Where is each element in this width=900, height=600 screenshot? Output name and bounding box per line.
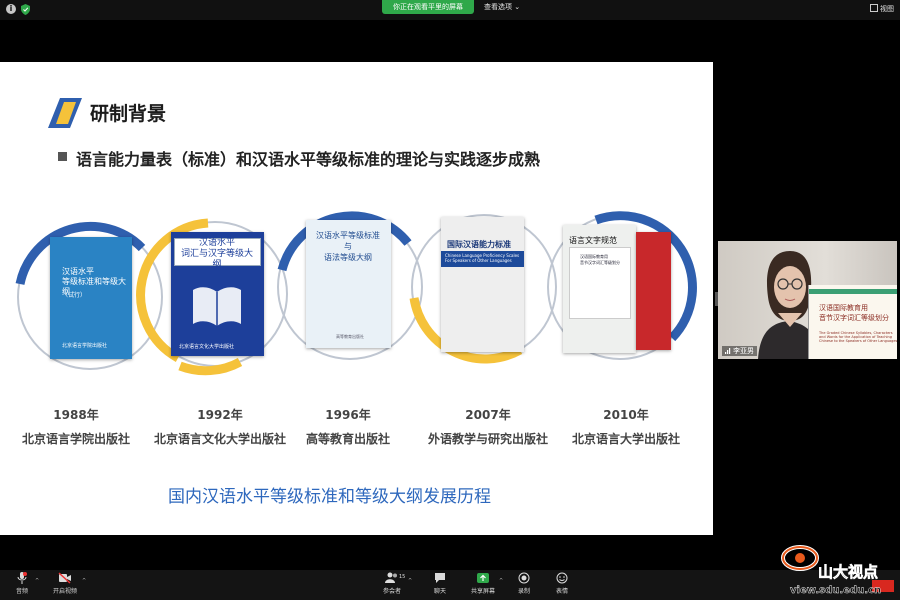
timeline-year-2: 1992年 (197, 408, 243, 422)
watermark-brand: 山大视点 (818, 563, 879, 582)
book-2010-title: 汉语国际教育用 音节汉字词汇等级划分 (580, 254, 620, 265)
shared-slide: 研制背景 语言能力量表（标准）和汉语水平等级标准的理论与实践逐步成熟 汉语水平 … (0, 62, 713, 535)
book-cover-1996: 汉语水平等级标准 与 语法等级大纲 高等教育出版社 (306, 220, 391, 348)
start-video-button[interactable]: 开启视频 (52, 572, 78, 595)
view-options-label: 查看选项 (484, 3, 512, 11)
view-button[interactable]: 视图 (870, 4, 894, 14)
shield-icon[interactable] (21, 4, 30, 15)
book-cover-2007: 国际汉语能力标准 Chinese Language Proficiency Sc… (441, 217, 524, 352)
book-cover-2010-red (636, 232, 671, 350)
chat-button[interactable]: 聊天 (430, 572, 450, 595)
signal-icon (725, 348, 731, 354)
participants-label: 参会者 (382, 588, 401, 595)
chat-icon (435, 573, 445, 583)
record-button[interactable]: 录制 (514, 572, 534, 595)
record-icon (518, 572, 530, 584)
chevron-down-icon: ⌄ (514, 3, 521, 11)
book-2007-english-title: Chinese Language Proficiency Scales For … (445, 253, 520, 263)
participant-name: 李亚男 (733, 347, 754, 355)
chat-label: 聊天 (433, 588, 446, 595)
start-video-label: 开启视频 (52, 588, 77, 595)
held-book-cover: 汉语国际教育用 音节汉字词汇等级划分 The Graded Chinese Sy… (808, 285, 897, 359)
book-1988-subtitle: （试行） (62, 292, 87, 299)
info-icon[interactable]: i (6, 4, 16, 14)
book-1996-publisher: 高等教育出版社 (336, 334, 364, 339)
book-1988-publisher: 北京语言学院出版社 (62, 343, 108, 349)
held-book-band (809, 289, 897, 294)
timeline-year-3: 1996年 (325, 408, 371, 422)
audio-button[interactable]: 音频 (12, 572, 32, 595)
audio-options-chevron-icon[interactable]: ^ (35, 578, 39, 584)
smiley-icon (556, 572, 568, 584)
book-1992-title: 汉语水平 词汇与汉字等级大纲 (180, 238, 253, 270)
arc-2b (178, 357, 243, 376)
view-button-label: 视图 (880, 5, 894, 13)
open-book-icon (193, 287, 241, 326)
video-camera-off-icon (58, 572, 71, 584)
held-book-english-title: The Graded Chinese Syllables, Characters… (819, 331, 897, 343)
slide-caption: 国内汉语水平等级标准和等级大纲发展历程 (168, 487, 491, 507)
meeting-top-bar: i 你正在观看平里的屏幕 查看选项 ⌄ 视图 (0, 0, 900, 20)
timeline-year-5: 2010年 (603, 408, 649, 422)
view-options-menu[interactable]: 查看选项 ⌄ (484, 2, 520, 12)
book-cover-1988: 汉语水平 等级标准和等级大纲 （试行） 北京语言学院出版社 (50, 237, 132, 359)
participants-count: 15 (399, 574, 406, 580)
share-options-chevron-icon[interactable]: ^ (499, 578, 503, 584)
timeline-publisher-5: 北京语言大学出版社 (571, 432, 680, 446)
book-cover-2010: 语言文字规范 汉语国际教育用 音节汉字词汇等级划分 (563, 225, 636, 353)
timeline-year-1: 1988年 (53, 408, 99, 422)
book-2010-inner-cover: 汉语国际教育用 音节汉字词汇等级划分 (569, 247, 631, 319)
book-1996-title: 汉语水平等级标准 与 语法等级大纲 (316, 231, 380, 262)
video-options-chevron-icon[interactable]: ^ (82, 578, 86, 584)
reactions-button[interactable]: 表情 (552, 572, 572, 595)
book-2007-band: Chinese Language Proficiency Scales For … (441, 251, 524, 267)
record-label: 录制 (517, 588, 530, 595)
share-screen-label: 共享屏幕 (470, 588, 495, 595)
reactions-label: 表情 (555, 588, 568, 595)
meeting-toolbar: 音频 ^ 开启视频 ^ 参会者 15 ^ 聊天 共享屏幕 ^ 录制 表情 (0, 570, 900, 600)
participants-options-chevron-icon[interactable]: ^ (408, 578, 412, 584)
held-book-title: 汉语国际教育用 音节汉字词汇等级划分 (819, 304, 889, 322)
participant-video[interactable]: 汉语国际教育用 音节汉字词汇等级划分 The Graded Chinese Sy… (718, 241, 897, 359)
grid-icon (870, 4, 878, 12)
book-2010-series: 语言文字规范 (569, 236, 617, 245)
book-2007-title: 国际汉语能力标准 (447, 240, 511, 249)
share-screen-button[interactable]: 共享屏幕 (470, 572, 496, 595)
sharing-banner: 你正在观看平里的屏幕 (382, 0, 474, 14)
share-screen-icon (477, 573, 489, 583)
watermark-url: view.sdu.edu.cn (790, 585, 882, 596)
book-1992-publisher: 北京语言文化大学出版社 (179, 344, 235, 350)
participants-icon (385, 572, 397, 583)
book-cover-1992: 汉语水平 词汇与汉字等级大纲 北京语言文化大学出版社 (171, 232, 264, 356)
audio-label: 音频 (15, 588, 28, 595)
microphone-icon (17, 572, 27, 584)
timeline-year-4: 2007年 (465, 408, 511, 422)
participant-name-tag: 李亚男 (722, 346, 757, 356)
